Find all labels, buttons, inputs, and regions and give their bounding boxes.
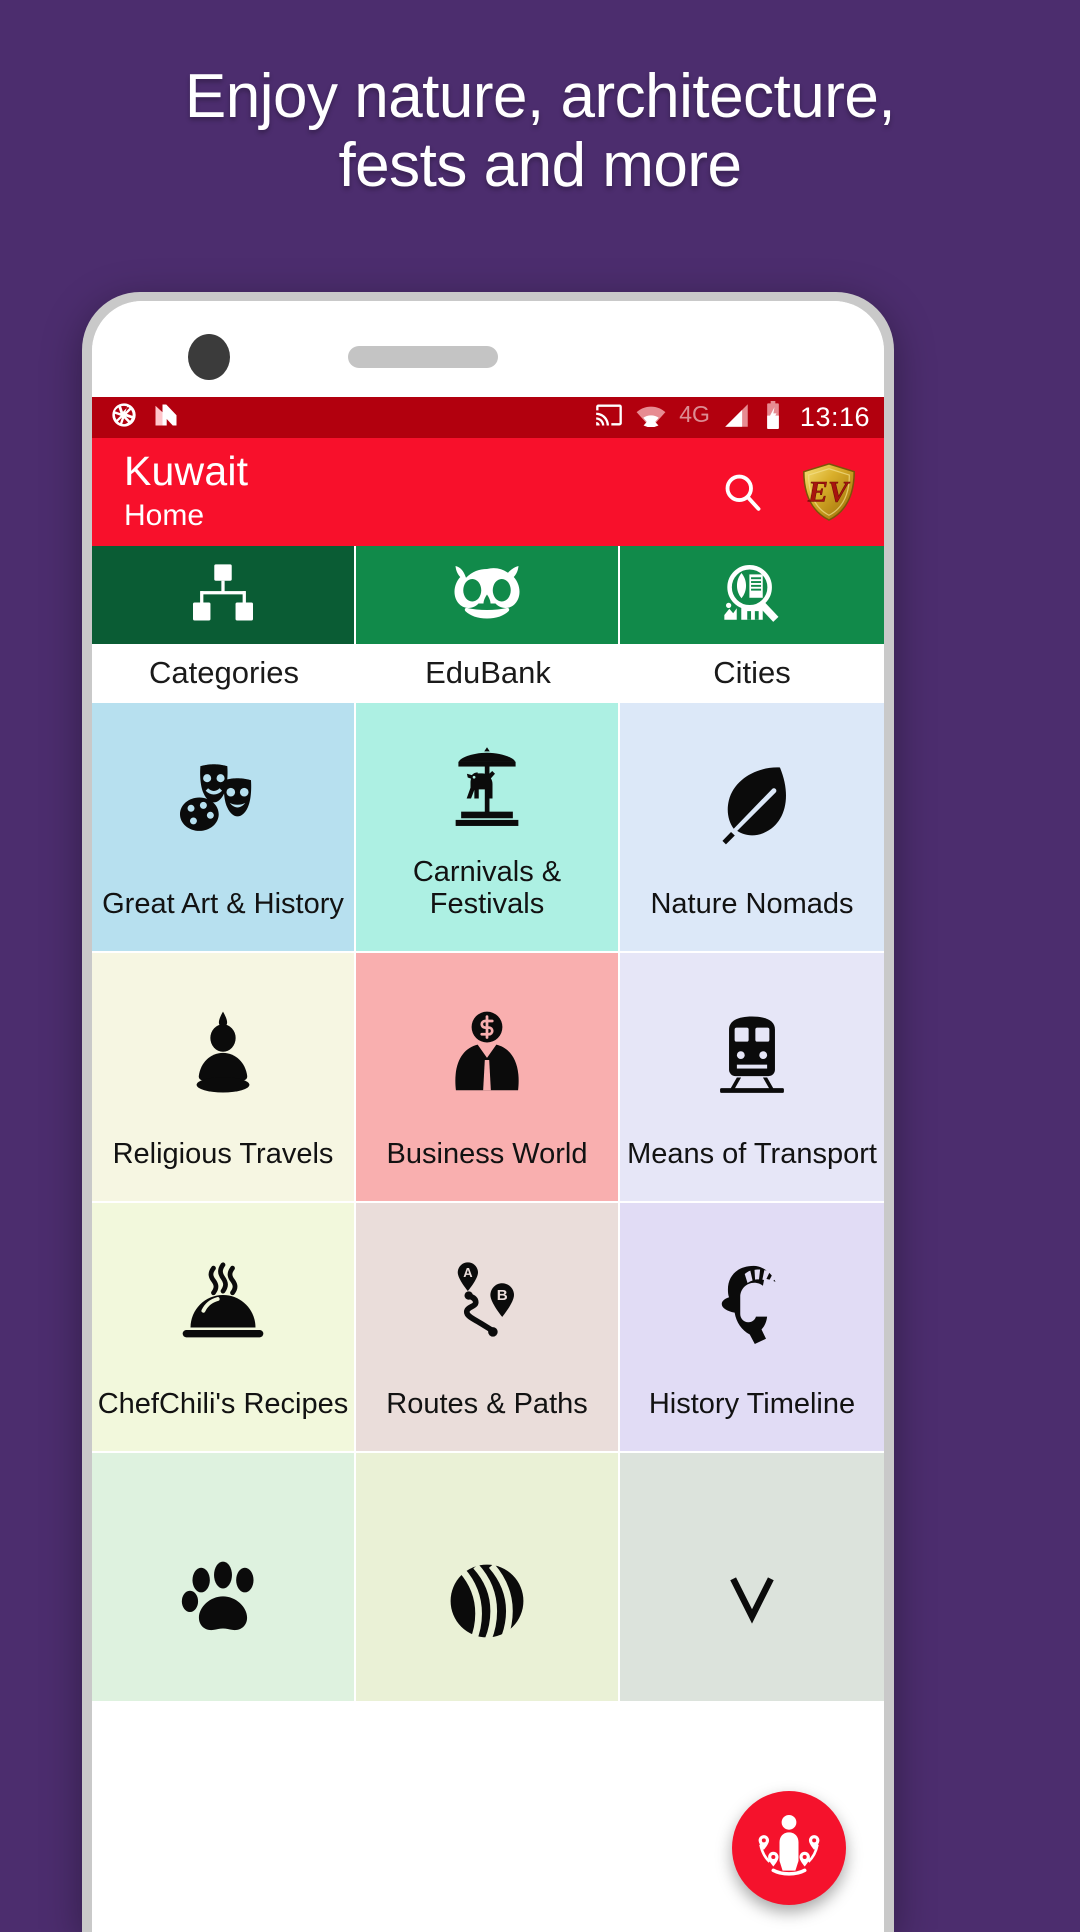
leaf-icon — [709, 761, 795, 847]
grid-cell-icon-area: A B — [356, 1203, 618, 1389]
grid-cell-icon-area — [92, 953, 354, 1139]
svg-text:B: B — [497, 1287, 508, 1304]
theatre-masks-palette-icon — [176, 761, 270, 847]
grid-cell-label: Business World — [386, 1138, 588, 1171]
ball-icon — [443, 1497, 531, 1643]
app-bar: Kuwait Home EV — [92, 438, 884, 546]
clock-label: 13:16 — [799, 402, 870, 432]
org-chart-icon — [190, 563, 256, 628]
buddha-icon — [184, 1010, 262, 1098]
promo-headline: Enjoy nature, architecture, fests and mo… — [0, 62, 1080, 201]
tab-categories-label: Categories — [149, 655, 299, 690]
network-type-label: 4G — [679, 401, 710, 427]
cast-icon — [595, 401, 623, 434]
owl-icon — [447, 563, 527, 628]
grid-cell-history-timeline[interactable]: History Timeline — [620, 1203, 884, 1453]
grid-cell-business-world[interactable]: Business World — [356, 953, 620, 1203]
status-bar-system-icons: 4G 13:16 — [595, 401, 870, 434]
grid-cell-partial-1[interactable] — [92, 1453, 356, 1703]
category-grid: Great Art & History Carnivals & Festival… — [92, 703, 884, 1703]
phone-inner: 4G 13:16 Kuwait Home EV Categories EduBa… — [92, 301, 884, 1932]
grid-cell-icon-area — [620, 703, 884, 889]
phone-screen: 4G 13:16 Kuwait Home EV Categories EduBa… — [92, 397, 884, 1932]
food-cloche-icon — [178, 1262, 268, 1346]
grid-cell-icon-area — [620, 1203, 884, 1389]
grid-cell-label: Carnivals & Festivals — [412, 856, 562, 921]
grid-cell-nature-nomads[interactable]: Nature Nomads — [620, 703, 884, 953]
grid-cell-carnivals-festivals[interactable]: Carnivals & Festivals — [356, 703, 620, 953]
tab-cities[interactable]: Cities — [620, 546, 884, 703]
app-bar-actions: EV — [720, 461, 860, 523]
page-title: Kuwait — [124, 447, 249, 494]
carousel-icon — [441, 744, 533, 832]
businessman-dollar-icon — [447, 1010, 527, 1098]
spartan-helmet-icon — [706, 1262, 798, 1346]
status-bar: 4G 13:16 — [92, 397, 884, 438]
earpiece-speaker — [348, 346, 498, 368]
train-icon — [710, 1012, 794, 1096]
front-camera-icon — [188, 334, 230, 380]
grid-cell-partial-2[interactable] — [356, 1453, 620, 1703]
grid-cell-icon-area — [620, 953, 884, 1139]
grid-cell-label: ChefChili's Recipes — [97, 1388, 349, 1421]
tab-cities-icon-area[interactable] — [620, 546, 884, 644]
grid-cell-icon-area — [92, 1453, 354, 1671]
page-subtitle: Home — [124, 498, 205, 532]
grid-cell-label: Routes & Paths — [386, 1388, 588, 1421]
nearby-people-fab[interactable] — [732, 1791, 846, 1905]
city-search-icon — [719, 562, 785, 629]
tab-edubank-label: EduBank — [425, 655, 551, 690]
search-icon[interactable] — [720, 470, 764, 514]
svg-text:A: A — [463, 1265, 472, 1280]
grid-cell-icon-area — [356, 1453, 618, 1671]
app-bar-titles: Kuwait Home — [124, 447, 249, 535]
aperture-icon — [110, 401, 138, 434]
phone-bezel-top — [92, 301, 884, 397]
tab-categories-icon-area[interactable] — [92, 546, 356, 644]
grid-cell-icon-area — [92, 703, 354, 889]
grid-cell-routes-paths[interactable]: A B Routes & Paths — [356, 1203, 620, 1453]
grid-cell-label: History Timeline — [648, 1388, 856, 1421]
grid-cell-label: Nature Nomads — [650, 888, 854, 921]
battery-charging-icon — [763, 401, 783, 434]
grid-cell-icon-area — [356, 953, 618, 1139]
tab-edubank[interactable]: EduBank — [356, 546, 620, 703]
status-bar-notifications — [110, 401, 180, 434]
wifi-icon — [636, 403, 666, 432]
ev-logo-icon[interactable]: EV — [798, 461, 860, 523]
grid-cell-great-art-history[interactable]: Great Art & History — [92, 703, 356, 953]
grid-cell-religious-travels[interactable]: Religious Travels — [92, 953, 356, 1203]
grid-cell-partial-3[interactable] — [620, 1453, 884, 1703]
route-a-b-icon: A B — [441, 1259, 533, 1349]
grid-cell-icon-area — [356, 703, 618, 857]
grid-cell-label: Means of Transport — [627, 1138, 877, 1171]
tab-bar: Categories EduBank Cities — [92, 546, 884, 703]
promo-headline-line1: Enjoy nature, architecture, — [184, 62, 896, 131]
promo-headline-line2: fests and more — [338, 131, 742, 201]
phone-mockup: 4G 13:16 Kuwait Home EV Categories EduBa… — [82, 292, 894, 1932]
grid-cell-icon-area — [620, 1453, 884, 1671]
tab-cities-label: Cities — [713, 655, 791, 690]
signal-icon — [723, 402, 750, 434]
svg-text:EV: EV — [807, 476, 851, 509]
grid-cell-label: Religious Travels — [112, 1138, 334, 1171]
grid-cell-chefchilis-recipes[interactable]: ChefChili's Recipes — [92, 1203, 356, 1453]
grid-cell-icon-area — [92, 1203, 354, 1389]
grid-cell-means-of-transport[interactable]: Means of Transport — [620, 953, 884, 1203]
paw-print-icon — [177, 1500, 269, 1640]
tab-edubank-icon-area[interactable] — [356, 546, 620, 644]
grid-cell-label: Great Art & History — [102, 888, 344, 921]
partial-icon — [717, 1495, 787, 1645]
n-app-icon — [152, 401, 180, 434]
people-locations-icon — [751, 1810, 827, 1886]
tab-categories[interactable]: Categories — [92, 546, 356, 703]
